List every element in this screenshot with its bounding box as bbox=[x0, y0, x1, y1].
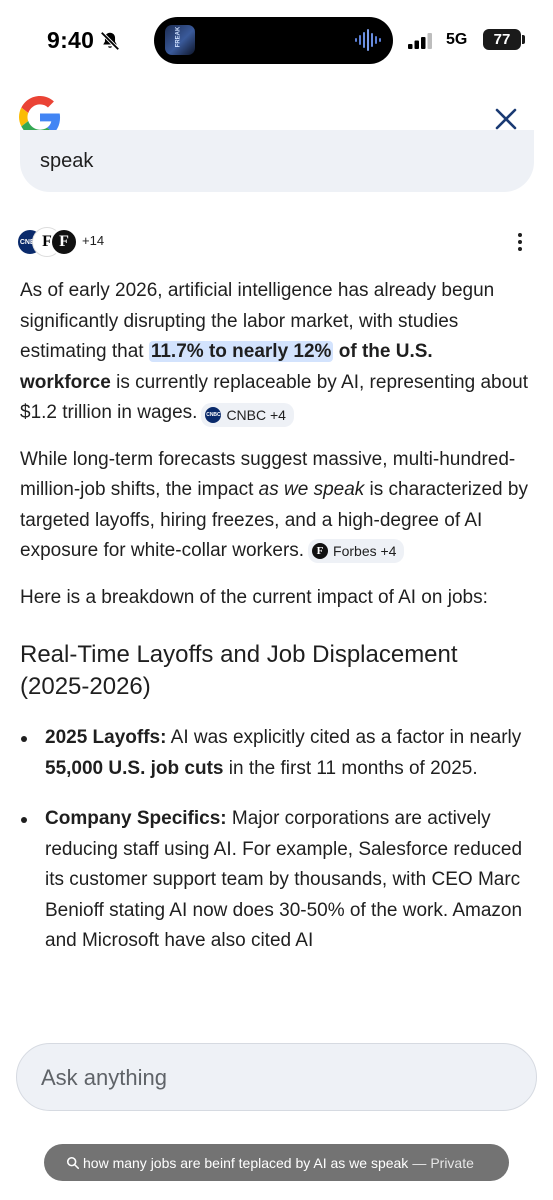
query-text: speak bbox=[40, 150, 94, 172]
cellular-signal-icon bbox=[408, 33, 432, 49]
ask-input[interactable]: Ask anything bbox=[16, 1043, 537, 1111]
network-type: 5G bbox=[446, 31, 468, 48]
bullet-list: 2025 Layoffs: AI was explicitly cited as… bbox=[20, 723, 528, 957]
battery-level: 77 bbox=[483, 29, 521, 50]
now-playing-album-art: FREAK bbox=[165, 25, 195, 55]
audio-waveform-icon bbox=[355, 29, 381, 51]
sources-more-count: +14 bbox=[82, 233, 105, 248]
answer-paragraph-1: As of early 2026, artificial intelligenc… bbox=[20, 276, 528, 429]
ai-answer: As of early 2026, artificial intelligenc… bbox=[20, 276, 528, 977]
ask-placeholder: Ask anything bbox=[41, 1065, 167, 1090]
answer-paragraph-3: Here is a breakdown of the current impac… bbox=[20, 586, 488, 608]
cnbc-icon: CNBC bbox=[205, 407, 222, 424]
status-time: 9:40 bbox=[47, 27, 95, 53]
status-bar: 9:40 FREAK 5G 77 bbox=[0, 0, 553, 84]
search-icon bbox=[66, 1156, 80, 1169]
highlighted-stat: 11.7% to nearly 12% bbox=[148, 341, 334, 362]
list-item: Company Specifics: Major corporations ar… bbox=[20, 804, 528, 957]
query-box[interactable]: speak bbox=[20, 130, 534, 192]
forbes-icon: F bbox=[50, 228, 78, 256]
private-mode-label: Private bbox=[430, 1154, 474, 1171]
source-chip-forbes[interactable]: F Forbes +4 bbox=[308, 539, 405, 564]
battery-cap bbox=[522, 35, 525, 44]
answer-paragraph-2: While long-term forecasts suggest massiv… bbox=[20, 445, 528, 567]
forbes-icon: F bbox=[312, 543, 329, 560]
url-query: how many jobs are beinf teplaced by AI a… bbox=[83, 1154, 409, 1171]
source-chip-cnbc[interactable]: CNBC CNBC +4 bbox=[201, 403, 294, 428]
more-options-icon[interactable] bbox=[508, 230, 532, 254]
url-bar[interactable]: how many jobs are beinf teplaced by AI a… bbox=[44, 1144, 509, 1181]
url-separator: — bbox=[412, 1154, 427, 1171]
section-heading: Real-Time Layoffs and Job Displacement (… bbox=[20, 641, 458, 700]
close-icon bbox=[495, 108, 517, 130]
list-item: 2025 Layoffs: AI was explicitly cited as… bbox=[20, 723, 528, 784]
bell-slash-icon bbox=[100, 31, 120, 51]
dynamic-island[interactable]: FREAK bbox=[154, 17, 393, 64]
